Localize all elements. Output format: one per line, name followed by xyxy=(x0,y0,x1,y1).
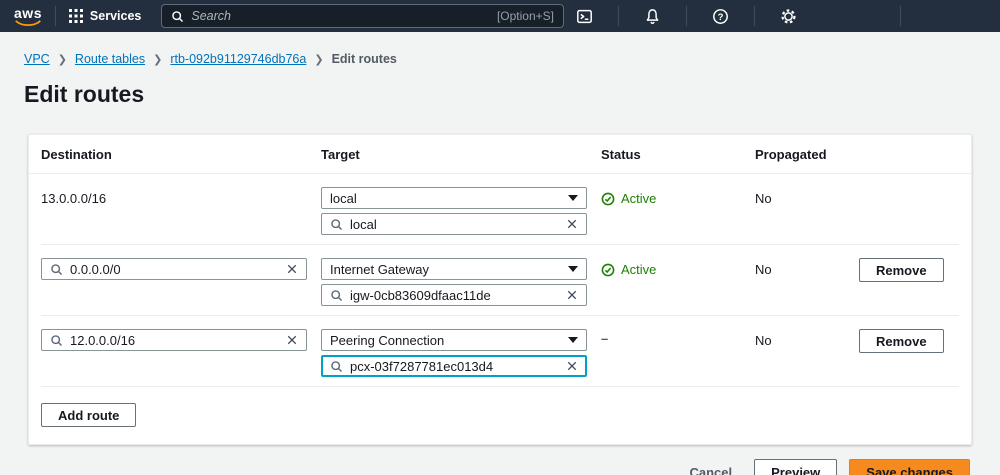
clear-icon[interactable] xyxy=(566,289,578,301)
aws-logo-text: aws xyxy=(14,4,42,21)
destination-field[interactable] xyxy=(41,329,307,351)
column-header-status: Status xyxy=(601,146,641,162)
target-value-field[interactable] xyxy=(321,213,587,235)
topbar-right: ? xyxy=(564,6,986,26)
destination-input[interactable] xyxy=(70,261,279,277)
route-status: Active xyxy=(601,187,741,206)
chevron-right-icon: ❯ xyxy=(314,53,324,66)
destination-input[interactable] xyxy=(70,332,279,348)
target-type-select[interactable]: Peering Connection xyxy=(321,329,587,351)
help-icon[interactable]: ? xyxy=(712,8,729,25)
add-route-button[interactable]: Add route xyxy=(41,403,137,427)
remove-route-button[interactable]: Remove xyxy=(859,258,944,282)
grid-icon xyxy=(68,9,83,23)
chevron-right-icon: ❯ xyxy=(57,53,67,66)
clear-icon[interactable] xyxy=(286,334,298,346)
column-header-target: Target xyxy=(321,146,360,162)
footer-actions: Cancel Preview Save changes xyxy=(0,459,970,475)
services-menu-button[interactable]: Services xyxy=(68,9,142,23)
breadcrumb-route-table-id[interactable]: rtb-092b91129746db76a xyxy=(170,52,306,66)
search-icon xyxy=(331,218,343,230)
services-label: Services xyxy=(89,9,142,23)
save-changes-button[interactable]: Save changes xyxy=(849,459,970,475)
preview-button[interactable]: Preview xyxy=(754,459,838,475)
target-type-selected: Internet Gateway xyxy=(330,261,429,277)
route-status: – xyxy=(601,331,609,346)
topbar-divider xyxy=(754,6,755,26)
topbar-divider xyxy=(55,6,56,26)
chevron-right-icon: ❯ xyxy=(153,53,163,66)
search-icon xyxy=(331,289,343,301)
status-active-icon xyxy=(601,192,615,205)
page-title: Edit routes xyxy=(24,81,145,107)
target-value-field[interactable] xyxy=(321,284,587,306)
topbar: aws Services [Option+S] xyxy=(0,0,1000,32)
topbar-divider xyxy=(686,6,687,26)
target-value-input[interactable] xyxy=(350,358,559,374)
target-value-field-focused[interactable] xyxy=(321,355,587,377)
chevron-down-icon xyxy=(568,195,578,201)
remove-route-button[interactable]: Remove xyxy=(859,329,944,353)
search-icon xyxy=(331,360,343,372)
cloudshell-icon[interactable] xyxy=(576,8,593,25)
search-input[interactable] xyxy=(191,9,490,23)
clear-icon[interactable] xyxy=(286,263,298,275)
global-search[interactable]: [Option+S] xyxy=(161,4,564,28)
target-type-selected: local xyxy=(330,190,357,206)
bell-icon[interactable] xyxy=(644,8,661,25)
breadcrumb-route-tables[interactable]: Route tables xyxy=(75,52,145,66)
route-row-igw: Internet Gateway xyxy=(41,245,959,316)
column-header-propagated: Propagated xyxy=(755,146,827,162)
svg-text:?: ? xyxy=(718,11,724,22)
target-value-input[interactable] xyxy=(350,287,559,303)
search-icon xyxy=(51,334,63,346)
route-status: Active xyxy=(601,258,741,277)
edit-routes-card: Destination Target Status Propagated 13.… xyxy=(28,134,972,445)
chevron-down-icon xyxy=(568,266,578,272)
status-label: Active xyxy=(621,262,657,277)
destination-value: 13.0.0.0/16 xyxy=(41,191,107,206)
route-row-pcx: Peering Connection – N xyxy=(41,316,959,387)
table-header: Destination Target Status Propagated xyxy=(29,135,971,174)
status-label: Active xyxy=(621,191,657,206)
target-type-select[interactable]: Internet Gateway xyxy=(321,258,587,280)
clear-icon[interactable] xyxy=(566,218,578,230)
clear-icon[interactable] xyxy=(566,360,578,372)
target-value-input[interactable] xyxy=(350,216,559,232)
topbar-divider xyxy=(900,6,901,26)
target-type-selected: Peering Connection xyxy=(330,332,445,348)
breadcrumb-current: Edit routes xyxy=(331,52,397,66)
status-active-icon xyxy=(601,263,615,276)
aws-logo[interactable]: aws xyxy=(14,6,42,27)
search-icon xyxy=(51,263,63,275)
target-type-select[interactable]: local xyxy=(321,187,587,209)
chevron-down-icon xyxy=(568,337,578,343)
search-icon xyxy=(172,10,184,22)
cancel-button[interactable]: Cancel xyxy=(679,459,742,475)
gear-icon[interactable] xyxy=(780,8,797,25)
column-header-destination: Destination xyxy=(41,146,112,162)
aws-smile-icon xyxy=(15,19,41,26)
propagated-value: No xyxy=(755,333,772,348)
propagated-value: No xyxy=(755,262,772,277)
propagated-value: No xyxy=(755,191,772,206)
search-shortcut-hint: [Option+S] xyxy=(496,9,554,23)
route-row-local: 13.0.0.0/16 local local Active No xyxy=(41,174,959,245)
add-route-area: Add route xyxy=(29,387,971,444)
breadcrumb: VPC ❯ Route tables ❯ rtb-092b91129746db7… xyxy=(24,52,1000,66)
breadcrumb-vpc[interactable]: VPC xyxy=(24,52,50,66)
topbar-divider xyxy=(618,6,619,26)
destination-field[interactable] xyxy=(41,258,307,280)
